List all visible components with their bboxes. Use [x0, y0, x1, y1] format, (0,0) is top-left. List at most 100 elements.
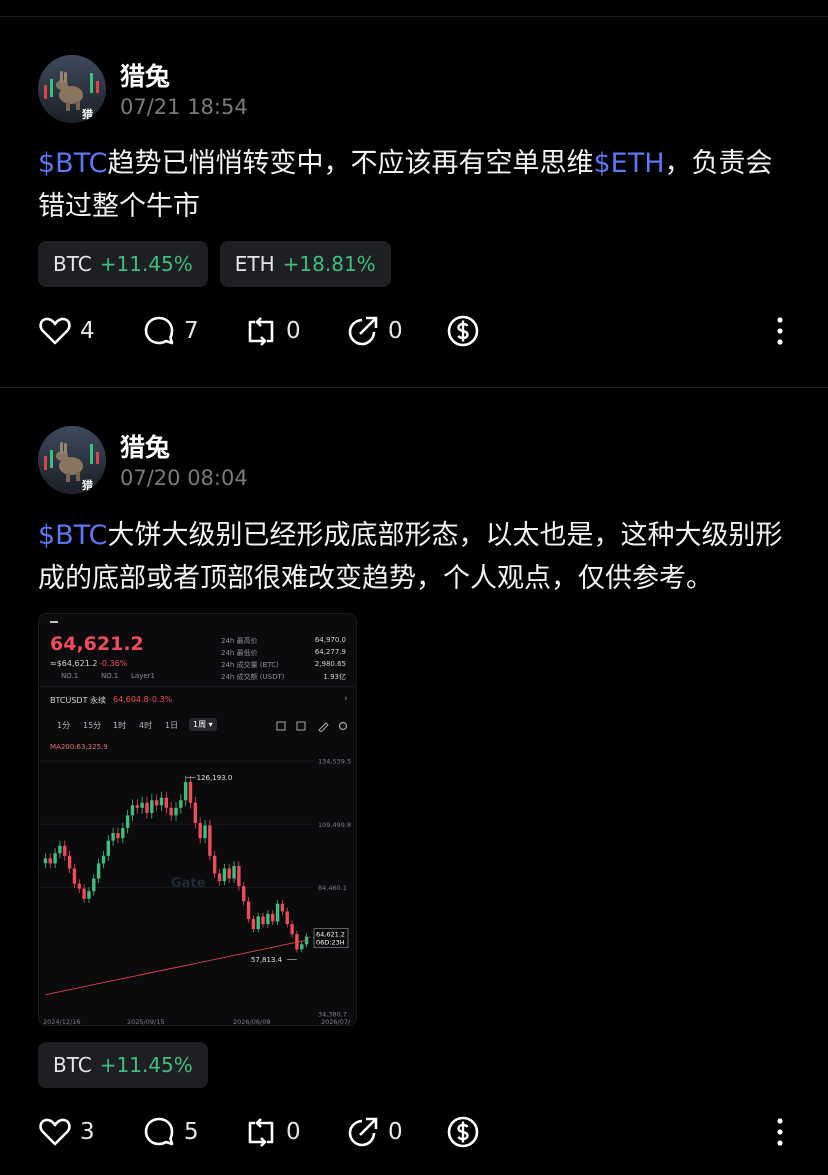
tip-button[interactable]	[446, 311, 480, 351]
more-vertical-icon	[777, 1118, 783, 1146]
stat-label: 24h 最低价	[221, 649, 258, 657]
candle-body	[232, 865, 236, 879]
ticker-tag-btc[interactable]: BTC +11.45%	[38, 241, 208, 287]
repost-button[interactable]: 0	[244, 311, 301, 351]
candle-body	[72, 868, 77, 884]
comment-icon	[144, 316, 174, 345]
candle-body	[135, 805, 140, 808]
candle-body	[251, 918, 256, 930]
share-arrow-icon	[348, 316, 378, 346]
candle-body	[106, 840, 110, 856]
stat-label: 24h 成交额 (USDT)	[221, 673, 285, 681]
x-tick-label: 2024/12/16	[43, 1018, 80, 1026]
timestamp: 07/20 08:04	[120, 466, 248, 490]
settings-icon	[338, 721, 348, 731]
more-button[interactable]	[770, 311, 790, 351]
post[interactable]: 猎 猎兔 07/21 18:54 $BTC趋势已悄悄转变中，不应该再有空单思维$…	[0, 17, 828, 387]
like-count: 4	[80, 318, 95, 344]
candle-body	[261, 916, 265, 925]
ticker-change: +11.45%	[99, 252, 193, 276]
candle-body	[48, 858, 52, 864]
ticker-symbol: BTC	[53, 1053, 92, 1077]
candle-body	[63, 845, 67, 856]
ticker-tag-btc[interactable]: BTC +11.45%	[38, 1042, 208, 1088]
stat-value: 1.93亿	[323, 673, 346, 681]
avatar[interactable]: 猎	[38, 55, 106, 123]
candle-body	[237, 865, 241, 887]
post[interactable]: 猎 猎兔 07/20 08:04 $BTC大饼大级别已经形成底部形态，以太也是，…	[0, 388, 828, 1175]
candle-body	[275, 903, 280, 922]
rank-badge: NO.1	[101, 672, 119, 680]
interval-tab[interactable]: 15分	[83, 720, 101, 731]
like-button[interactable]: 3	[38, 1112, 95, 1152]
low-annotation: 57,813.4	[251, 956, 283, 964]
like-button[interactable]: 4	[38, 311, 95, 351]
more-button[interactable]	[770, 1112, 790, 1152]
ticker-change: +18.81%	[282, 252, 376, 276]
action-bar: 3 5 0 0	[38, 1112, 798, 1152]
sector-badge: Layer1	[131, 672, 155, 680]
candle-body	[125, 815, 130, 829]
countdown-label: 06D:23H	[316, 939, 345, 947]
high-annotation: 126,193.0	[197, 774, 233, 782]
author-name[interactable]: 猎兔	[120, 57, 170, 93]
cashtag-link[interactable]: $BTC	[38, 148, 107, 179]
interval-tab[interactable]: 4时	[139, 720, 152, 731]
pair-change: -0.3%	[149, 695, 173, 704]
more-vertical-icon	[777, 317, 783, 345]
quote-count: 0	[388, 1119, 403, 1145]
post-content: $BTC趋势已悄悄转变中，不应该再有空单思维$ETH，负责会错过整个牛市	[38, 142, 798, 228]
x-tick-label: 2026/06/08	[233, 1018, 270, 1026]
candle-body	[285, 911, 289, 925]
stat-label: 24h 成交量 (BTC)	[221, 661, 279, 669]
comment-icon	[144, 1117, 174, 1146]
interval-tab[interactable]: 1分	[57, 720, 70, 731]
quote-button[interactable]: 0	[346, 1112, 403, 1152]
quote-button[interactable]: 0	[346, 311, 403, 351]
interval-tab[interactable]: 1时	[113, 720, 126, 731]
candle-body	[67, 855, 72, 869]
x-tick-label: 2026/07/	[321, 1018, 351, 1026]
ticker-tags: BTC +11.45% ETH +18.81%	[38, 241, 391, 287]
interval-tab[interactable]: 1日	[165, 720, 178, 731]
ticker-tag-eth[interactable]: ETH +18.81%	[219, 241, 391, 287]
candle-body	[212, 855, 217, 874]
repost-button[interactable]: 0	[244, 1112, 301, 1152]
candle-body	[77, 883, 81, 889]
chevron-right-icon[interactable]: ›	[344, 694, 348, 704]
interval-tab[interactable]: 1周 ▾	[189, 718, 217, 731]
candle-body	[130, 805, 135, 816]
candle-body	[266, 913, 270, 925]
ticker-symbol: ETH	[234, 252, 275, 276]
repost-icon	[248, 1118, 274, 1147]
candle-body	[242, 886, 246, 902]
svg-text:猎: 猎	[82, 107, 93, 121]
pair-name[interactable]: BTCUSDT 永续	[50, 695, 106, 706]
candle-body	[159, 797, 164, 806]
candle-body	[58, 845, 62, 854]
pair-price: 64,604.8	[113, 695, 149, 704]
candle-body	[121, 828, 125, 839]
candle-body	[87, 891, 91, 899]
candle-body	[174, 807, 178, 816]
chart-screenshot[interactable]: 64,621.2 ≈$64,621.2 -0.36% NO.1 NO.1 Lay…	[38, 613, 357, 1026]
chart-price-sub: ≈$64,621.2	[50, 659, 98, 668]
heart-icon	[39, 317, 71, 345]
x-tick-label: 2025/09/15	[127, 1018, 164, 1026]
candle-body	[169, 807, 173, 816]
ticker-symbol: BTC	[53, 252, 92, 276]
candle-body	[82, 888, 86, 899]
author-name[interactable]: 猎兔	[120, 428, 170, 464]
comment-button[interactable]: 5	[142, 1112, 199, 1152]
tip-button[interactable]	[446, 1112, 480, 1152]
post-text: 大饼大级别已经形成底部形态，以太也是，这种大级别形成的底部或者顶部很难改变趋势，…	[38, 520, 783, 594]
stat-value: 64,277.9	[314, 648, 346, 656]
action-bar: 4 7 0 0	[38, 311, 798, 351]
repost-count: 0	[286, 1119, 301, 1145]
avatar[interactable]: 猎	[38, 426, 106, 494]
repost-count: 0	[286, 318, 301, 344]
candle-body	[203, 825, 207, 839]
cashtag-link[interactable]: $ETH	[593, 148, 664, 179]
cashtag-link[interactable]: $BTC	[38, 520, 107, 551]
comment-button[interactable]: 7	[142, 311, 199, 351]
